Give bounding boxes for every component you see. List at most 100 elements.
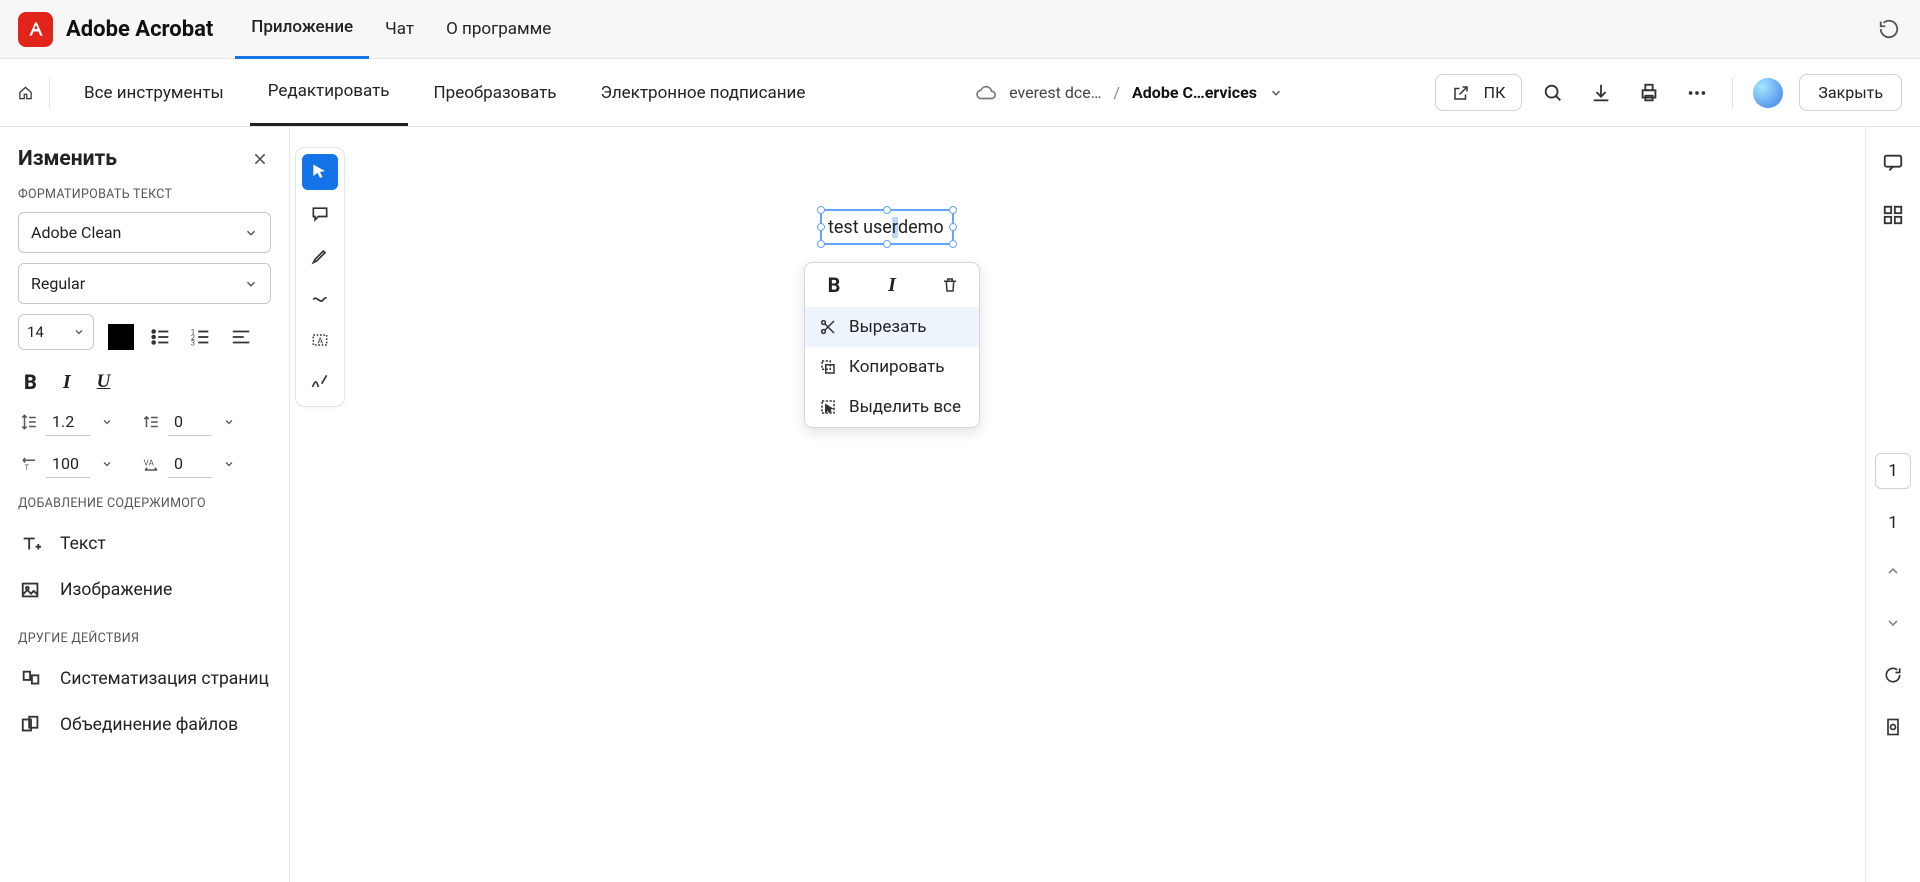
resize-handle[interactable] <box>949 240 957 248</box>
resize-handle[interactable] <box>883 206 891 214</box>
combine-files-button[interactable]: Объединение файлов <box>18 702 271 748</box>
popover-delete-icon[interactable] <box>921 263 979 307</box>
text-color-swatch[interactable] <box>108 324 134 350</box>
font-family-value: Adobe Clean <box>31 223 121 242</box>
copy-icon <box>819 358 837 376</box>
topnav-tab-chat[interactable]: Чат <box>369 1 430 58</box>
resize-handle[interactable] <box>883 240 891 248</box>
edit-side-panel: Изменить ФОРМАТИРОВАТЬ ТЕКСТ Adobe Clean… <box>0 127 290 882</box>
cloud-icon <box>975 84 997 102</box>
resize-handle[interactable] <box>817 223 825 231</box>
panel-title: Изменить <box>18 147 117 171</box>
context-select-all[interactable]: Выделить все <box>805 387 979 427</box>
refresh-icon[interactable] <box>1876 16 1902 42</box>
section-other-actions: ДРУГИЕ ДЕЙСТВИЯ <box>18 631 271 646</box>
paragraph-spacing-field[interactable]: 0 <box>140 408 240 436</box>
font-family-select[interactable]: Adobe Clean <box>18 212 271 253</box>
context-select-all-label: Выделить все <box>849 397 961 417</box>
more-icon[interactable] <box>1680 76 1714 110</box>
page: test user demo B I <box>540 127 1220 867</box>
popover-italic[interactable]: I <box>863 263 921 307</box>
close-button[interactable]: Закрыть <box>1799 74 1902 111</box>
context-copy-label: Копировать <box>849 357 945 377</box>
resize-handle[interactable] <box>949 206 957 214</box>
context-copy[interactable]: Копировать <box>805 347 979 387</box>
add-text-button[interactable]: Текст <box>18 521 271 567</box>
tab-esign[interactable]: Электронное подписание <box>583 61 824 125</box>
popover-bold[interactable]: B <box>805 263 863 307</box>
add-text-box-tool[interactable]: A <box>302 322 338 358</box>
selected-text-box[interactable]: test user demo <box>820 209 954 245</box>
page-up-icon[interactable] <box>1879 557 1907 585</box>
chevron-down-icon <box>218 411 240 433</box>
text-align-icon[interactable] <box>228 324 254 350</box>
page-current-input[interactable]: 1 <box>1875 453 1911 489</box>
italic-toggle[interactable]: I <box>63 371 71 394</box>
tab-all-tools[interactable]: Все инструменты <box>66 61 242 125</box>
print-icon[interactable] <box>1632 76 1666 110</box>
page-view-icon[interactable] <box>1879 713 1907 741</box>
paragraph-spacing-value: 0 <box>168 408 212 436</box>
page-down-icon[interactable] <box>1879 609 1907 637</box>
comment-tool[interactable] <box>302 196 338 232</box>
font-style-select[interactable]: Regular <box>18 263 271 304</box>
crumb-doc[interactable]: Adobe C…ervices <box>1132 83 1257 102</box>
chevron-down-icon <box>218 453 240 475</box>
external-link-icon <box>1452 84 1470 102</box>
font-size-select[interactable]: 14 <box>18 314 94 350</box>
add-image-icon <box>20 579 42 601</box>
svg-text:T: T <box>25 463 30 472</box>
font-style-value: Regular <box>31 274 85 293</box>
crumb-sep: / <box>1113 83 1120 102</box>
signature-tool[interactable] <box>302 364 338 400</box>
avatar[interactable] <box>1751 76 1785 110</box>
svg-text:3: 3 <box>191 338 195 347</box>
crumb-space[interactable]: everest dce… <box>1009 83 1101 102</box>
underline-toggle[interactable]: U <box>97 371 111 393</box>
char-spacing-value: 0 <box>168 450 212 478</box>
bulleted-list-icon[interactable] <box>148 324 174 350</box>
draw-tool[interactable] <box>302 280 338 316</box>
inline-format-popover: B I Вырезать Копировать Выделить все <box>804 262 980 428</box>
acrobat-logo-icon <box>18 12 53 47</box>
add-image-label: Изображение <box>60 580 172 600</box>
context-cut[interactable]: Вырезать <box>805 307 979 347</box>
resize-handle[interactable] <box>949 223 957 231</box>
organize-pages-button[interactable]: Систематизация страниц <box>18 656 271 702</box>
section-format-text: ФОРМАТИРОВАТЬ ТЕКСТ <box>18 187 271 202</box>
organize-pages-icon <box>20 668 42 690</box>
download-icon[interactable] <box>1584 76 1618 110</box>
chevron-down-icon <box>96 453 118 475</box>
line-spacing-value: 1.2 <box>46 408 90 436</box>
topnav-tab-app[interactable]: Приложение <box>235 0 369 59</box>
topnav-tab-about[interactable]: О программе <box>430 1 567 58</box>
page-total: 1 <box>1888 513 1898 533</box>
breadcrumb: everest dce… / Adobe C…ervices <box>823 83 1434 102</box>
combine-files-label: Объединение файлов <box>60 715 238 735</box>
line-spacing-field[interactable]: 1.2 <box>18 408 118 436</box>
select-tool[interactable] <box>302 154 338 190</box>
add-image-button[interactable]: Изображение <box>18 567 271 613</box>
tab-convert[interactable]: Преобразовать <box>416 61 575 125</box>
numbered-list-icon[interactable]: 123 <box>188 324 214 350</box>
comments-panel-icon[interactable] <box>1879 149 1907 177</box>
horizontal-scale-value: 100 <box>46 450 90 478</box>
horizontal-scale-field[interactable]: T 100 <box>18 450 118 478</box>
character-spacing-field[interactable]: VA 0 <box>140 450 240 478</box>
tab-edit[interactable]: Редактировать <box>250 59 408 126</box>
home-icon[interactable] <box>18 77 50 109</box>
resize-handle[interactable] <box>817 206 825 214</box>
bold-toggle[interactable]: B <box>24 370 37 394</box>
select-all-icon <box>819 398 837 416</box>
search-icon[interactable] <box>1536 76 1570 110</box>
svg-text:A: A <box>318 336 324 346</box>
add-text-label: Текст <box>60 534 106 554</box>
close-panel-icon[interactable] <box>249 148 271 170</box>
rotate-icon[interactable] <box>1879 661 1907 689</box>
document-canvas[interactable]: test user demo B I <box>350 127 1865 882</box>
chevron-down-icon[interactable] <box>1269 86 1283 100</box>
resize-handle[interactable] <box>817 240 825 248</box>
highlight-tool[interactable] <box>302 238 338 274</box>
thumbnails-panel-icon[interactable] <box>1879 201 1907 229</box>
open-in-desktop-chip[interactable]: ПК <box>1435 74 1523 111</box>
